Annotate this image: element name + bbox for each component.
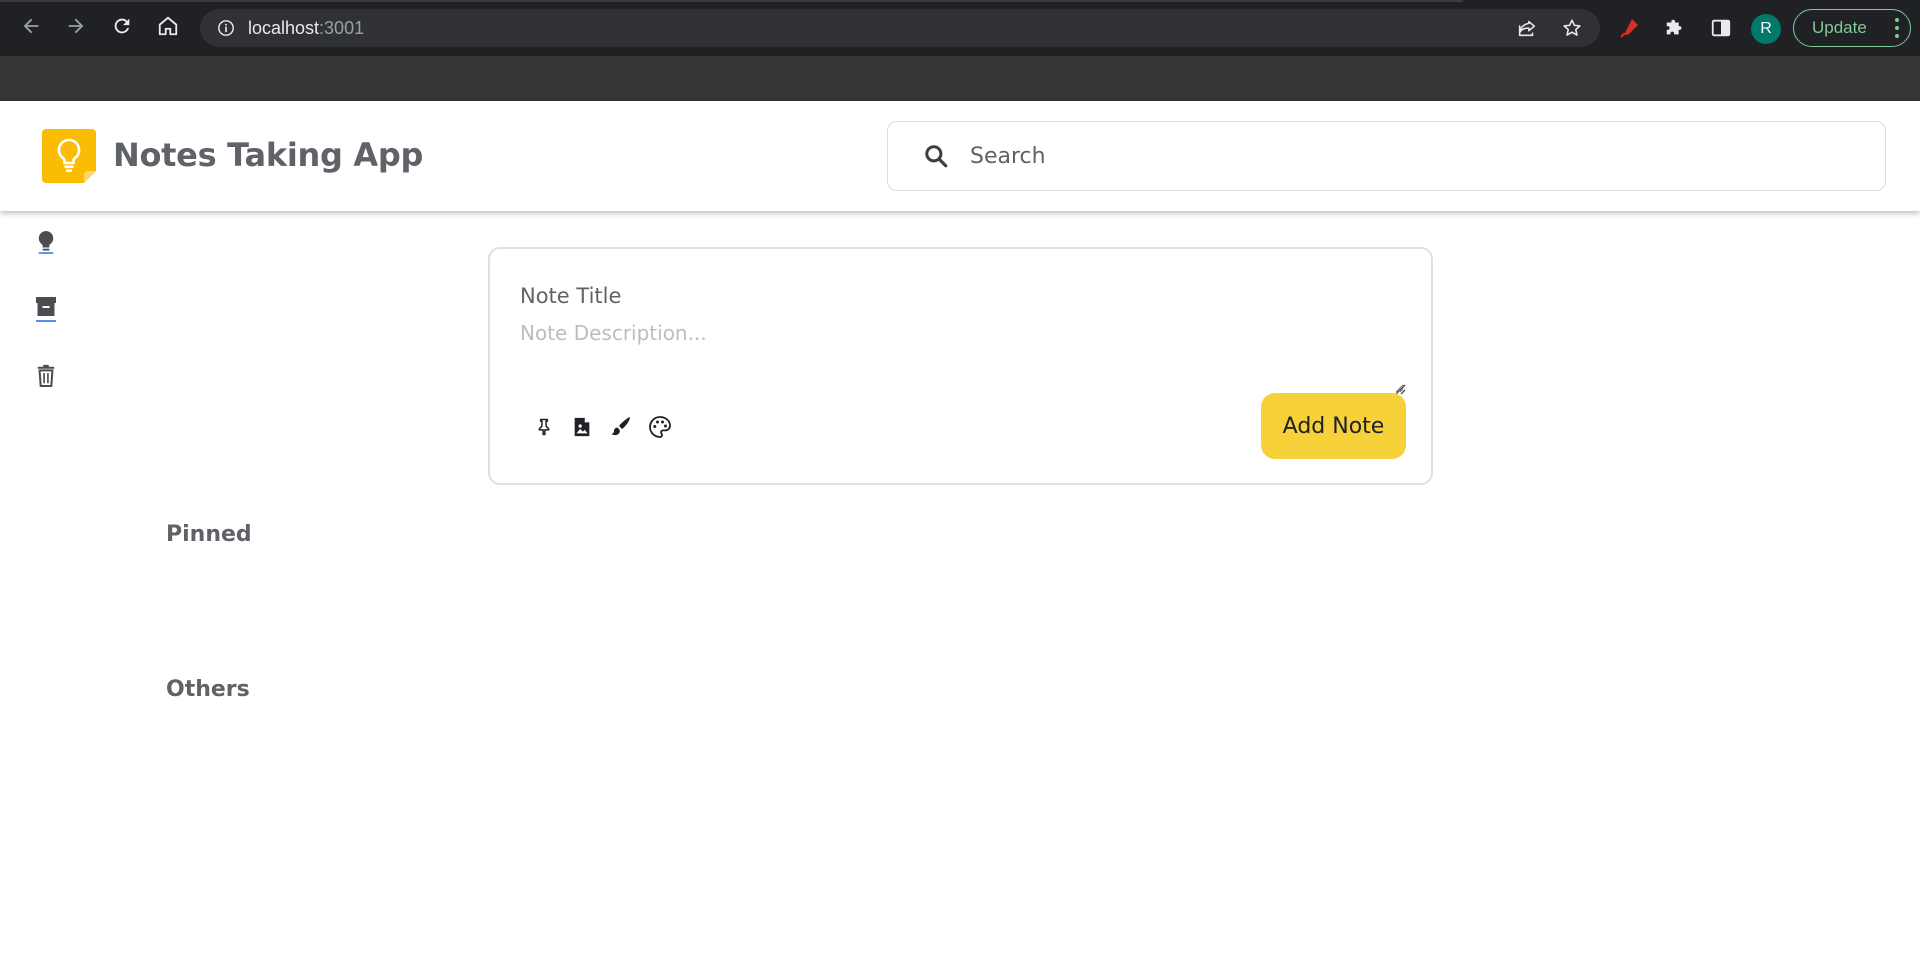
tab-strip-edge (0, 0, 1463, 2)
search-input[interactable] (970, 143, 1870, 169)
reload-icon (114, 18, 130, 34)
more-vert-icon[interactable] (1894, 18, 1900, 38)
update-label: Update (1812, 18, 1867, 37)
app-header: Notes Taking App (0, 101, 1920, 211)
search-icon[interactable] (922, 142, 950, 170)
add-note-button[interactable]: Add Note (1261, 393, 1406, 459)
forward-button[interactable] (59, 9, 93, 43)
brush-icon[interactable] (607, 413, 635, 441)
profile-avatar[interactable]: R (1751, 14, 1781, 44)
lightbulb-logo-icon (42, 129, 96, 183)
address-bar[interactable]: localhost:3001 (200, 9, 1600, 47)
note-description-input[interactable] (520, 321, 1404, 393)
url-text: localhost:3001 (248, 18, 364, 39)
url-port: :3001 (319, 17, 365, 38)
palette-icon[interactable] (646, 413, 674, 441)
search-bar[interactable] (887, 121, 1886, 191)
pin-icon[interactable] (530, 413, 558, 441)
others-section-heading: Others (166, 677, 250, 702)
reload-button[interactable] (105, 9, 139, 43)
profile-initial: R (1760, 20, 1772, 37)
bookmarks-strip (0, 56, 1920, 101)
sidebar-item-notes[interactable] (30, 225, 62, 259)
sidebar-item-trash[interactable] (30, 358, 62, 392)
sidebar-item-archive[interactable] (30, 292, 62, 326)
url-host: localhost (248, 17, 320, 38)
app-title: Notes Taking App (113, 136, 424, 174)
marker-extension-icon[interactable] (1612, 11, 1646, 45)
trash-icon (37, 364, 55, 388)
update-button[interactable]: Update (1793, 9, 1911, 47)
browser-toolbar: localhost:3001 R Update (0, 0, 1920, 56)
share-icon[interactable] (1511, 9, 1543, 47)
home-button[interactable] (151, 9, 185, 43)
home-icon (158, 16, 178, 36)
pinned-section-heading: Pinned (166, 522, 252, 547)
site-info-icon[interactable] (216, 18, 236, 38)
back-arrow-icon (23, 18, 39, 34)
note-form: Add Note (488, 247, 1433, 485)
extensions-puzzle-icon[interactable] (1658, 11, 1692, 45)
lightbulb-icon (38, 231, 54, 254)
image-icon[interactable] (568, 413, 596, 441)
bookmark-star-icon[interactable] (1556, 9, 1588, 47)
archive-icon (36, 297, 56, 322)
textarea-resize-handle[interactable] (1392, 380, 1406, 395)
note-title-input[interactable] (520, 281, 1400, 311)
back-button[interactable] (14, 9, 48, 43)
side-panel-icon[interactable] (1704, 11, 1738, 45)
forward-arrow-icon (68, 18, 84, 34)
